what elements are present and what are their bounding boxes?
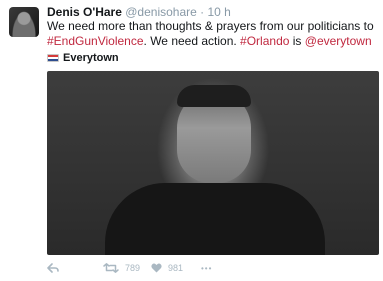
like-count: 981 [168,263,184,273]
retweet-button[interactable]: 789 [103,263,151,273]
tweet-text-part: We need more than thoughts & prayers fro… [47,19,374,33]
avatar[interactable] [9,7,39,37]
card-source[interactable]: Everytown [47,52,119,64]
more-icon: ••• [201,263,213,273]
mention-link[interactable]: @everytown [305,34,372,48]
author-name[interactable]: Denis O'Hare [47,5,122,19]
heart-icon [151,263,162,273]
author-handle[interactable]: @denisohare [125,5,197,19]
tweet-text-part: . We need action. [143,34,241,48]
tweet-actions: 789 981 ••• [47,259,375,277]
hashtag-link[interactable]: #Orlando [240,34,289,48]
card-source-label: Everytown [63,52,119,64]
retweet-count: 789 [125,263,141,273]
tweet-header: Denis O'Hare @denisohare · 10 h [47,5,375,19]
tweet-timestamp[interactable]: 10 h [207,5,230,19]
separator-dot: · [200,5,205,19]
tweet-text-part: is [289,34,305,48]
tweet: Denis O'Hare @denisohare · 10 h We need … [0,0,383,281]
retweet-icon [103,263,119,273]
tweet-text: We need more than thoughts & prayers fro… [47,19,377,49]
video-person-hair [177,85,251,107]
reply-icon [47,263,59,273]
like-button[interactable]: 981 [151,263,201,273]
more-button[interactable]: ••• [201,264,212,273]
reply-button[interactable] [47,263,103,273]
everytown-logo-icon [47,54,59,62]
video-person-body [105,183,325,255]
video-player[interactable] [47,71,379,255]
hashtag-link[interactable]: #EndGunViolence [47,34,144,48]
